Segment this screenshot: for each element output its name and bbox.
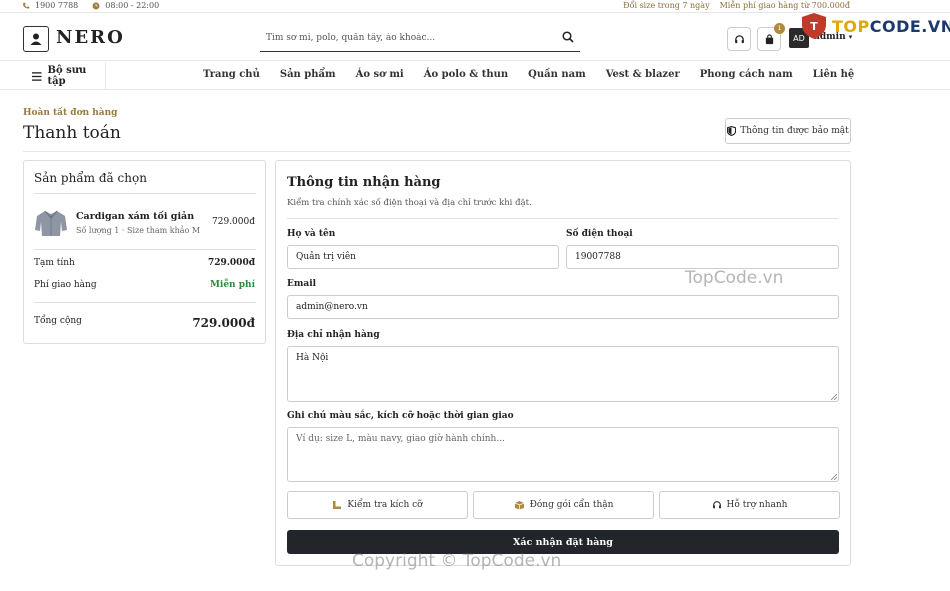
shopping-bag-icon [765,33,773,44]
main-navigation: Bộ sưu tập Trang chủ Sản phẩm Áo sơ mi Á… [0,62,950,90]
cart-button[interactable]: 1 [757,23,785,51]
search-icon[interactable] [562,31,574,43]
phone-info: 1900 7788 [22,1,78,10]
form-subheading: Kiểm tra chính xác số điện thoại và địa … [287,198,532,208]
brand-name[interactable]: NERO [56,27,125,48]
form-heading: Thông tin nhận hàng [287,175,441,190]
careful-packing-feature[interactable]: Đóng gói cẩn thận [473,491,654,519]
divider [34,193,256,194]
phone-label: Số điện thoại [566,229,633,239]
collection-label: Bộ sưu tập [47,65,87,87]
address-label: Địa chỉ nhận hàng [287,330,380,340]
feature-support-label: Hỗ trợ nhanh [726,500,788,510]
shipping-fee-label: Phí giao hàng [34,280,97,290]
divider [34,302,256,303]
search-bar [260,26,580,52]
note-placeholder: Ví dụ: size L, màu navy, giao giờ hành c… [296,434,505,444]
watermark-logo-text-b: CODE.VN [869,16,950,36]
summary-heading: Sản phẩm đã chọn [34,171,147,185]
support-button[interactable] [727,27,751,51]
svg-text:T: T [810,20,818,33]
nav-item-trousers[interactable]: Quần nam [528,69,586,80]
headset-icon [734,34,744,43]
cart-count-badge: 1 [774,23,785,34]
shield-icon [727,126,737,136]
copyright-watermark: Copyright © TopCode.vn [352,551,562,571]
resize-handle-icon[interactable] [831,394,837,400]
email-label: Email [287,279,317,289]
box-icon [514,501,524,510]
search-input[interactable] [260,26,540,50]
watermark-logo-text-a: TOP [832,16,870,36]
opening-hours: 08:00 - 22:00 [105,1,160,10]
divider [34,249,256,250]
watermark-text: TopCode.vn [685,268,784,288]
nav-item-style[interactable]: Phong cách nam [700,69,793,80]
shipping-form-card: Thông tin nhận hàng Kiểm tra chính xác s… [275,160,851,566]
product-name: Cardigan xám tối giản [76,211,195,222]
shipping-fee-value: Miễn phí [209,280,255,290]
watermark-logo: T TOPCODE.VN [800,12,950,40]
name-field[interactable]: Quản trị viên [287,245,559,269]
secure-label: Thông tin được bảo mật [740,126,849,136]
name-label: Họ và tên [287,229,336,239]
divider [23,151,851,152]
page-title: Thanh toán [23,123,121,143]
nav-item-vest[interactable]: Vest & blazer [606,69,680,80]
feature-packing-label: Đóng gói cẩn thận [529,500,614,510]
collection-menu-button[interactable]: Bộ sưu tập [23,62,106,90]
nav-item-polo[interactable]: Áo polo & thun [424,69,508,80]
nav-item-contact[interactable]: Liên hệ [813,69,855,80]
product-meta: Số lượng 1 · Size tham khảo M [76,226,201,235]
nav-item-shirts[interactable]: Áo sơ mi [356,69,404,80]
note-field[interactable]: Ví dụ: size L, màu navy, giao giờ hành c… [287,427,839,482]
fast-support-feature[interactable]: Hỗ trợ nhanh [659,491,840,519]
phone-number: 1900 7788 [35,1,79,10]
user-logo-icon [30,33,42,45]
hamburger-icon [32,71,42,81]
divider [287,218,838,219]
ruler-icon [333,501,342,509]
total-value: 729.000đ [192,316,255,330]
product-price: 729.000đ [212,217,255,227]
order-summary-card: Sản phẩm đã chọn Cardigan xám tối giản S… [23,160,266,344]
headset-icon [712,501,721,509]
nav-item-home[interactable]: Trang chủ [203,69,260,80]
product-image [35,210,67,236]
breadcrumb: Hoàn tất đơn hàng [23,108,118,118]
address-value: Hà Nội [296,353,329,363]
note-label: Ghi chú màu sắc, kích cỡ hoặc thời gian … [287,411,514,421]
secure-info-badge[interactable]: Thông tin được bảo mật [725,118,851,144]
clock-icon [92,2,100,9]
brand-logo[interactable] [23,26,49,52]
email-field[interactable]: admin@nero.vn [287,295,839,319]
phone-icon [23,2,30,9]
size-check-feature[interactable]: Kiểm tra kích cỡ [287,491,468,519]
subtotal-label: Tạm tính [34,258,75,268]
feature-size-label: Kiểm tra kích cỡ [347,500,423,510]
free-shipping-note: Miễn phí giao hàng từ 700.000đ [719,1,850,10]
hours-info: 08:00 - 22:00 [92,1,159,10]
resize-handle-icon[interactable] [831,474,837,480]
shield-logo-icon: T [802,13,826,39]
phone-field[interactable]: 19007788 [566,245,839,269]
total-label: Tổng cộng [34,316,82,326]
subtotal-value: 729.000đ [208,258,255,268]
exchange-policy: Đổi size trong 7 ngày [623,1,710,10]
nav-links: Trang chủ Sản phẩm Áo sơ mi Áo polo & th… [203,69,854,80]
nav-item-products[interactable]: Sản phẩm [280,69,336,80]
address-field[interactable]: Hà Nội [287,346,839,402]
